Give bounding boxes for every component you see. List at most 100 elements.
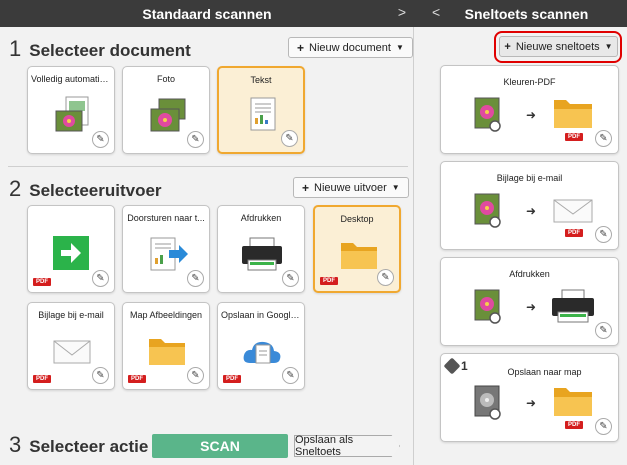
printer-icon: [552, 289, 594, 323]
section-title: Selecteeruitvoer: [29, 181, 162, 200]
edit-icon[interactable]: ✎: [92, 131, 109, 148]
card-label: Tekst: [250, 75, 272, 85]
envelope-icon: [553, 199, 593, 223]
pdf-badge: PDF: [565, 229, 583, 237]
edit-icon[interactable]: ✎: [595, 322, 612, 339]
section-select-output: 2 Selecteeruitvoer: [9, 176, 162, 202]
shortcut-card-color-pdf[interactable]: Kleuren-PDF ➜ PDF ✎: [440, 65, 619, 154]
printer-icon: [242, 237, 282, 271]
edit-icon[interactable]: ✎: [595, 226, 612, 243]
envelope-icon: [53, 340, 91, 364]
section-select-document: 1 Selecteer document: [9, 36, 191, 62]
cloud-icon: [243, 341, 281, 364]
caret-down-icon: ▼: [391, 183, 400, 192]
photo-icon: [150, 98, 186, 132]
output-card-forward[interactable]: Doorsturen naar t... ✎: [122, 205, 210, 293]
shortcut-card-email[interactable]: Bijlage bij e-mail ➜ PDF ✎: [440, 161, 619, 250]
arrow-right-icon: ➜: [526, 396, 537, 410]
section-title: Selecteer actie: [29, 437, 149, 456]
pdf-badge: PDF: [565, 421, 583, 429]
pdf-badge: PDF: [33, 375, 51, 383]
photo-source-icon: [474, 289, 501, 324]
section-title: Selecteer document: [29, 41, 191, 60]
pdf-badge: PDF: [320, 277, 338, 285]
shortcut-card-save-folder[interactable]: 1 Opslaan naar map ➜ PDF ✎: [440, 353, 619, 442]
card-label: Volledig automatis...: [31, 74, 111, 84]
document-card-auto[interactable]: Volledig automatis... ✎: [27, 66, 115, 154]
output-card-email[interactable]: Bijlage bij e-mail PDF ✎: [27, 302, 115, 390]
photo-source-icon: [474, 97, 501, 132]
caret-down-icon: ▼: [395, 43, 404, 52]
green-arrow-icon: [53, 236, 89, 270]
card-label: Bijlage bij e-mail: [38, 310, 104, 320]
edit-icon[interactable]: ✎: [377, 269, 394, 286]
shortcut-scan-title: Sneltoets scannen: [464, 5, 589, 22]
shortcut-number-badge: 1: [443, 357, 468, 375]
shortcut-key-icon: [443, 357, 461, 375]
shortcut-number: 1: [461, 359, 468, 373]
shortcut-scan-panel: < Sneltoets scannen + Nieuwe sneltoets ▼…: [426, 0, 627, 465]
arrow-right-icon: ➜: [526, 300, 537, 314]
edit-icon[interactable]: ✎: [595, 130, 612, 147]
photo-document-icon: [55, 96, 89, 132]
folder-icon: [149, 339, 185, 365]
document-card-text[interactable]: Tekst ✎: [217, 66, 305, 154]
panel-gap: [414, 0, 426, 465]
new-output-button[interactable]: + Nieuwe uitvoer ▼: [293, 177, 409, 198]
scan-button[interactable]: SCAN: [152, 434, 288, 458]
output-card-print[interactable]: Afdrukken ✎: [217, 205, 305, 293]
edit-icon[interactable]: ✎: [92, 367, 109, 384]
edit-icon[interactable]: ✎: [282, 270, 299, 287]
pdf-badge: PDF: [223, 375, 241, 383]
new-document-button[interactable]: + Nieuw document ▼: [288, 37, 413, 58]
pdf-badge: PDF: [33, 278, 51, 286]
step-number: 3: [9, 432, 22, 457]
output-card-google[interactable]: Opslaan in Google... PDF ✎: [217, 302, 305, 390]
step-number: 1: [9, 36, 22, 61]
plus-icon: +: [297, 40, 305, 55]
pdf-badge: PDF: [128, 375, 146, 383]
edit-icon[interactable]: ✎: [187, 367, 204, 384]
shortcut-scan-header: < Sneltoets scannen: [426, 0, 627, 27]
photo-source-icon: [474, 193, 501, 228]
new-document-label: Nieuw document: [309, 41, 391, 54]
text-document-icon: [250, 97, 276, 131]
edit-icon[interactable]: ✎: [282, 367, 299, 384]
card-label: Afdrukken: [240, 213, 282, 223]
shortcut-label: Opslaan naar map: [507, 367, 582, 377]
section-select-action: 3 Selecteer actie: [9, 432, 148, 458]
card-label: Map Afbeeldingen: [129, 310, 203, 320]
card-label: Desktop: [340, 214, 374, 224]
grayscale-photo-icon: [474, 385, 501, 420]
shortcut-card-print[interactable]: Afdrukken ➜ ✎: [440, 257, 619, 346]
plus-icon: +: [302, 180, 310, 195]
output-card-pictures-folder[interactable]: Map Afbeeldingen PDF ✎: [122, 302, 210, 390]
edit-icon[interactable]: ✎: [187, 270, 204, 287]
standard-scan-panel: Standaard scannen > 1 Selecteer document…: [0, 0, 414, 465]
output-card-desktop[interactable]: Desktop PDF ✎: [313, 205, 401, 293]
shortcut-label: Bijlage bij e-mail: [496, 173, 563, 183]
document-card-photo[interactable]: Foto ✎: [122, 66, 210, 154]
new-output-label: Nieuwe uitvoer: [314, 181, 387, 194]
edit-icon[interactable]: ✎: [595, 418, 612, 435]
edit-icon[interactable]: ✎: [92, 270, 109, 287]
folder-icon: [554, 388, 592, 416]
card-label: Doorsturen naar t...: [127, 213, 205, 223]
pdf-badge: PDF: [565, 133, 583, 141]
standard-scan-header: Standaard scannen >: [0, 0, 414, 27]
highlight-ring: [494, 31, 622, 63]
folder-icon: [554, 100, 592, 128]
save-as-shortcut-button[interactable]: Opslaan als Sneltoets: [294, 435, 400, 457]
card-label: Opslaan in Google...: [221, 310, 301, 320]
edit-icon[interactable]: ✎: [281, 130, 298, 147]
edit-icon[interactable]: ✎: [187, 131, 204, 148]
arrow-right-icon: ➜: [526, 108, 537, 122]
card-label: Foto: [156, 74, 175, 84]
arrow-right-icon: ➜: [526, 204, 537, 218]
expand-right-icon[interactable]: >: [398, 4, 406, 20]
collapse-left-icon[interactable]: <: [432, 4, 440, 20]
output-card-application[interactable]: PDF ✎: [27, 205, 115, 293]
section-divider: [8, 166, 408, 167]
standard-scan-title: Standaard scannen: [142, 5, 272, 22]
panel-gap-header: [414, 0, 426, 27]
